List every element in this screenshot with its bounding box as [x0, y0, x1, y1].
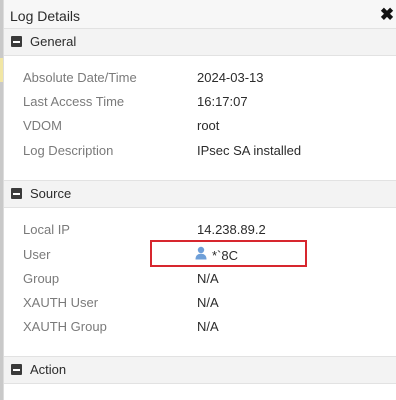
- detail-row-xauth-group: XAUTH Group N/A: [4, 315, 396, 339]
- log-description-label: Log Description: [23, 143, 114, 158]
- section-source-header[interactable]: Source: [4, 180, 396, 208]
- absolute-date-time-value: 2024-03-13: [197, 70, 264, 85]
- collapse-icon[interactable]: [11, 188, 22, 199]
- last-access-time-value: 16:17:07: [197, 94, 248, 109]
- xauth-group-value: N/A: [197, 319, 219, 334]
- detail-row-log-description: Log Description IPsec SA installed: [4, 139, 396, 163]
- section-action-title: Action: [30, 362, 67, 377]
- xauth-user-label: XAUTH User: [23, 295, 99, 310]
- section-action-header[interactable]: Action: [4, 356, 396, 384]
- log-details-panel: Log Details ✖ General Absolute Date/Time…: [3, 0, 396, 400]
- collapse-icon[interactable]: [11, 36, 22, 47]
- user-highlight-box: [150, 240, 307, 267]
- collapse-icon[interactable]: [11, 364, 22, 375]
- last-access-time-label: Last Access Time: [23, 94, 125, 109]
- vdom-value: root: [197, 118, 220, 133]
- detail-row-absolute-date-time: Absolute Date/Time 2024-03-13: [4, 66, 396, 90]
- user-label: User: [23, 247, 51, 262]
- detail-row-xauth-user: XAUTH User N/A: [4, 291, 396, 315]
- close-icon[interactable]: ✖: [379, 5, 395, 25]
- group-value: N/A: [197, 271, 219, 286]
- panel-title: Log Details: [10, 8, 81, 24]
- section-general-title: General: [30, 34, 77, 49]
- detail-row-vdom: VDOM root: [4, 114, 396, 138]
- log-description-value: IPsec SA installed: [197, 143, 302, 158]
- detail-row-group: Group N/A: [4, 267, 396, 291]
- local-ip-label: Local IP: [23, 222, 70, 237]
- local-ip-value: 14.238.89.2: [197, 222, 266, 237]
- vdom-label: VDOM: [23, 118, 62, 133]
- absolute-date-time-label: Absolute Date/Time: [23, 70, 137, 85]
- xauth-user-value: N/A: [197, 295, 219, 310]
- section-general-header[interactable]: General: [4, 28, 396, 56]
- detail-row-last-access-time: Last Access Time 16:17:07: [4, 90, 396, 114]
- section-source-title: Source: [30, 186, 72, 201]
- group-label: Group: [23, 271, 60, 286]
- detail-row-local-ip: Local IP 14.238.89.2: [4, 218, 396, 242]
- xauth-group-label: XAUTH Group: [23, 319, 107, 334]
